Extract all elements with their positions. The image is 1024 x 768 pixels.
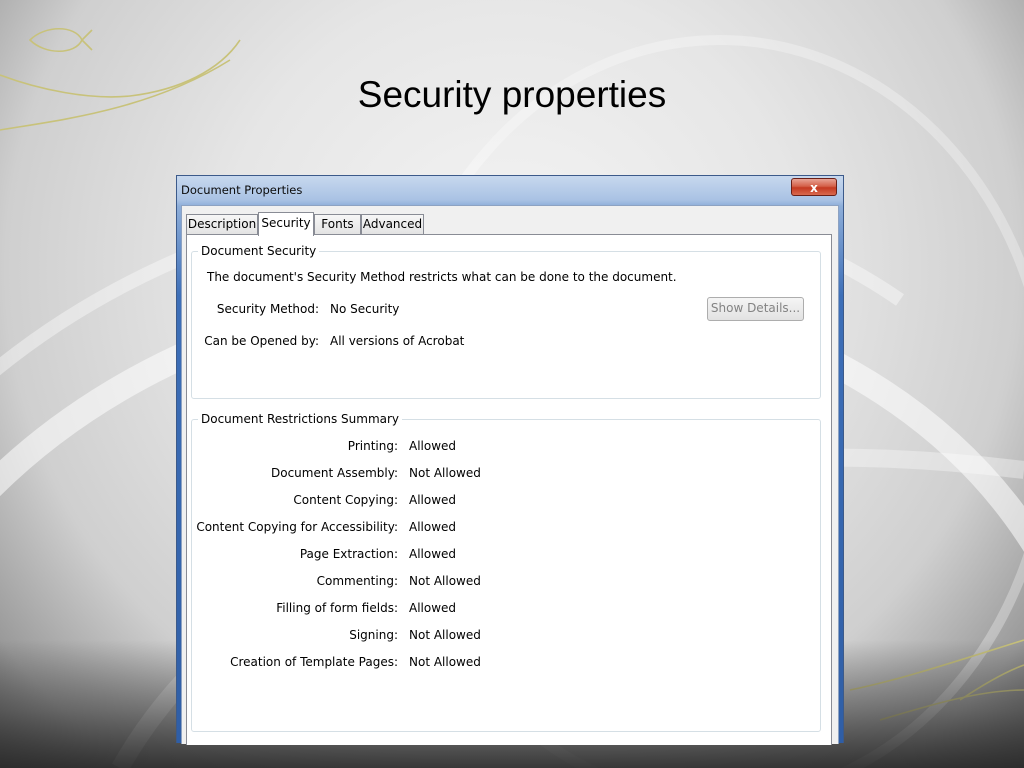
- restriction-value-page-extraction: Allowed: [409, 547, 457, 561]
- security-tab-panel: Document Security The document's Securit…: [186, 234, 832, 745]
- close-button[interactable]: x: [791, 178, 837, 196]
- close-icon: x: [810, 181, 818, 195]
- restriction-value-form-fields: Allowed: [409, 601, 457, 615]
- restriction-label-accessibility: Content Copying for Accessibility:: [196, 520, 398, 534]
- slide-title: Security properties: [357, 74, 667, 115]
- restriction-label-printing: Printing:: [347, 439, 398, 453]
- restriction-label-signing: Signing:: [349, 628, 398, 642]
- window-title: Document Properties: [181, 183, 303, 197]
- security-method-label: Security Method:: [216, 302, 319, 316]
- show-details-button[interactable]: Show Details...: [707, 297, 804, 321]
- security-method-value: No Security: [330, 302, 400, 316]
- document-properties-window: Document Properties x Description Securi…: [176, 175, 844, 745]
- restriction-label-assembly: Document Assembly:: [271, 466, 398, 480]
- tab-fonts[interactable]: Fonts: [314, 214, 361, 234]
- title-bar[interactable]: Document Properties x: [177, 176, 843, 204]
- tab-label: Advanced: [362, 217, 423, 231]
- restriction-value-signing: Not Allowed: [409, 628, 481, 642]
- restriction-value-copying: Allowed: [409, 493, 457, 507]
- dialog-client-area: Description Security Fonts Advanced Docu…: [181, 205, 839, 745]
- restriction-label-commenting: Commenting:: [316, 574, 398, 588]
- group-title: Document Security: [198, 244, 320, 258]
- group-title: Document Restrictions Summary: [198, 412, 403, 426]
- tab-advanced[interactable]: Advanced: [361, 214, 424, 234]
- restriction-value-template-pages: Not Allowed: [409, 655, 481, 669]
- restriction-label-page-extraction: Page Extraction:: [299, 547, 398, 561]
- restrictions-summary-group: Document Restrictions Summary Printing: …: [191, 412, 821, 732]
- security-description: The document's Security Method restricts…: [207, 270, 677, 284]
- tab-security[interactable]: Security: [258, 212, 314, 236]
- restriction-label-form-fields: Filling of form fields:: [276, 601, 398, 615]
- opened-by-label: Can be Opened by:: [204, 334, 319, 348]
- tab-label: Fonts: [321, 217, 354, 231]
- restriction-value-accessibility: Allowed: [409, 520, 457, 534]
- tab-description[interactable]: Description: [186, 214, 258, 234]
- document-security-group: Document Security The document's Securit…: [191, 244, 821, 399]
- restriction-value-commenting: Not Allowed: [409, 574, 481, 588]
- restriction-label-copying: Content Copying:: [293, 493, 398, 507]
- tab-label: Security: [261, 216, 311, 230]
- restriction-value-assembly: Not Allowed: [409, 466, 481, 480]
- opened-by-value: All versions of Acrobat: [330, 334, 465, 348]
- tab-label: Description: [187, 217, 257, 231]
- restriction-value-printing: Allowed: [409, 439, 457, 453]
- restriction-label-template-pages: Creation of Template Pages:: [230, 655, 398, 669]
